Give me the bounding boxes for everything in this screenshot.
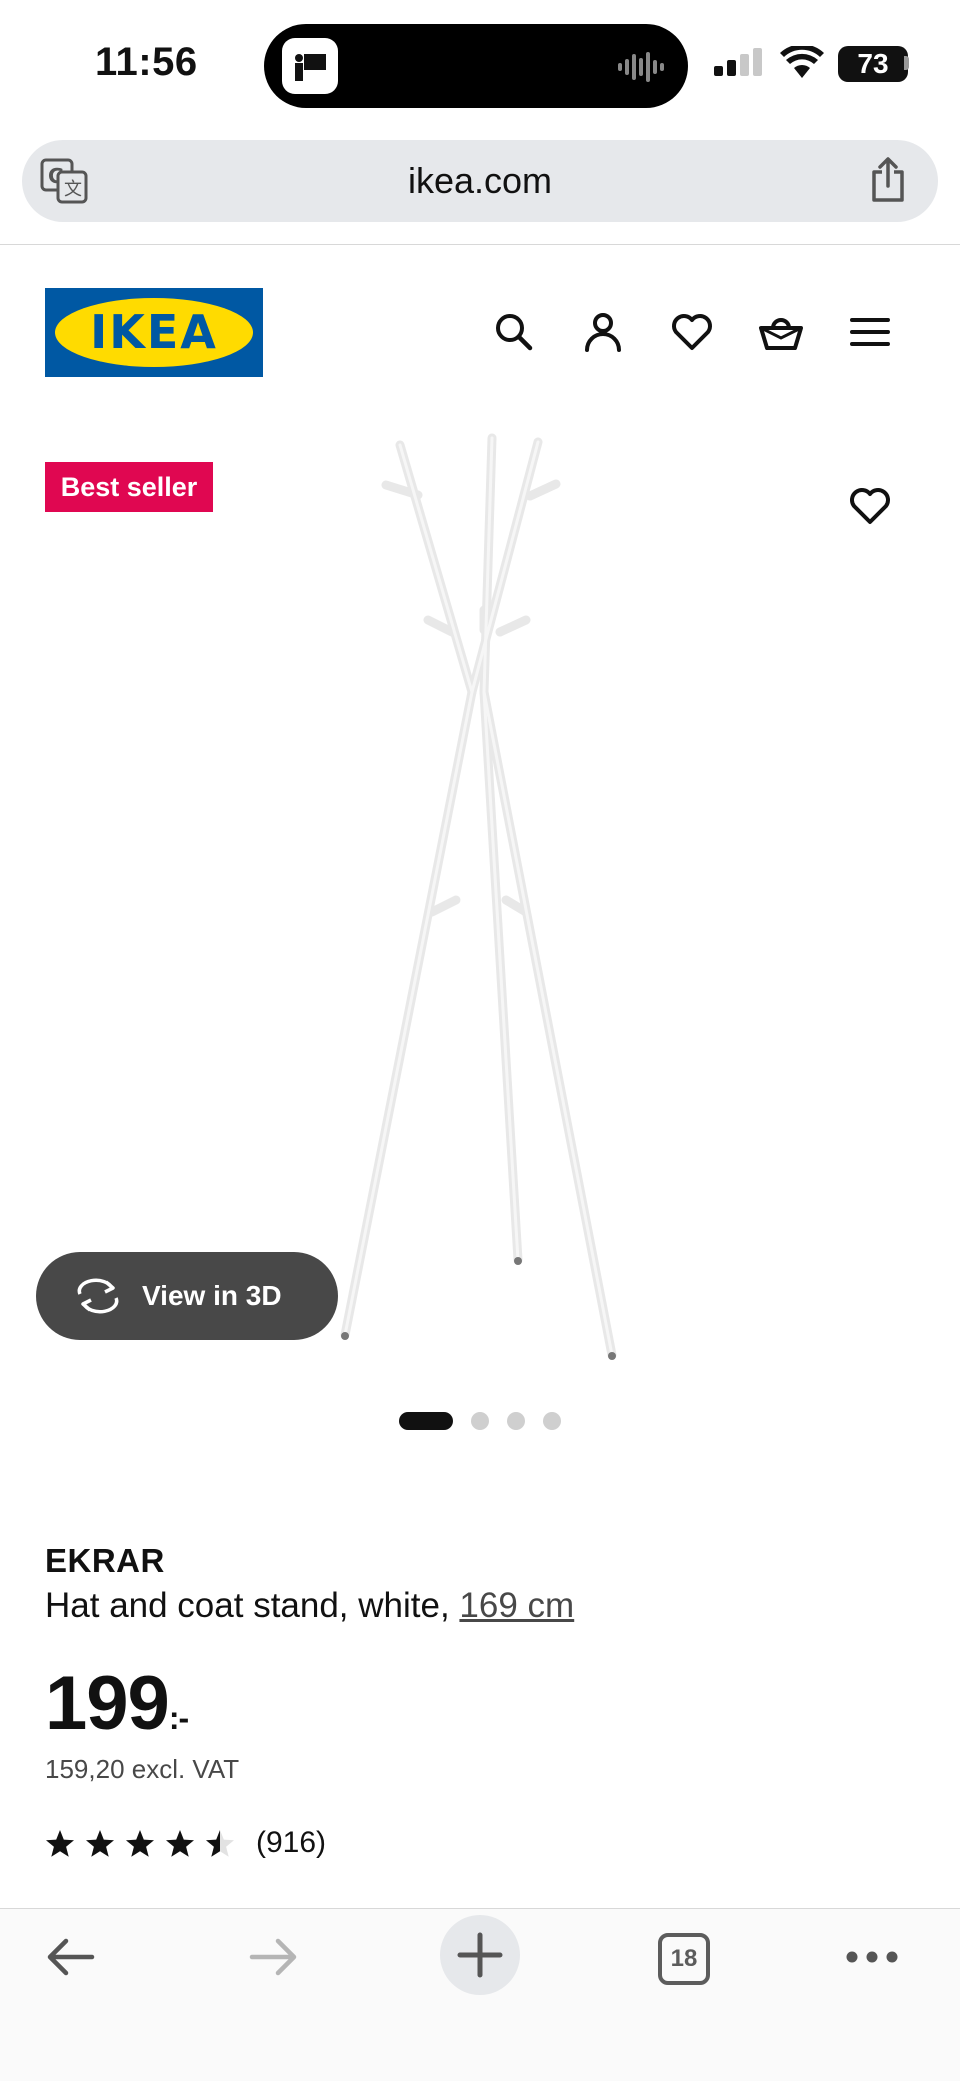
carousel-dot-2[interactable] xyxy=(471,1412,489,1430)
search-icon[interactable] xyxy=(490,308,538,356)
menu-icon[interactable] xyxy=(846,308,894,356)
url-text[interactable]: ikea.com xyxy=(22,140,938,222)
share-icon[interactable] xyxy=(868,156,908,209)
basket-icon[interactable] xyxy=(757,308,805,356)
battery-level: 73 xyxy=(838,46,908,82)
forward-arrow-icon[interactable] xyxy=(248,1933,300,1986)
view-in-3d-button[interactable]: View in 3D xyxy=(36,1252,338,1340)
product-image[interactable] xyxy=(300,420,620,1375)
rotate-3d-icon xyxy=(74,1278,122,1319)
carousel-dot-4[interactable] xyxy=(543,1412,561,1430)
review-count[interactable]: (916) xyxy=(256,1826,326,1860)
svg-text:文: 文 xyxy=(64,179,82,200)
status-time: 11:56 xyxy=(95,40,198,84)
more-options-icon[interactable] xyxy=(846,1949,898,1970)
favorite-heart-icon[interactable] xyxy=(846,482,894,530)
translate-icon[interactable]: G 文 xyxy=(40,158,88,209)
audio-waveform-icon xyxy=(618,52,664,87)
price-excl-vat: 159,20 excl. VAT xyxy=(45,1754,240,1784)
heart-icon[interactable] xyxy=(668,308,716,356)
account-icon[interactable] xyxy=(579,308,627,356)
rating-stars[interactable] xyxy=(45,1826,235,1867)
product-name: EKRAR xyxy=(45,1542,165,1579)
ikea-logo[interactable]: IKEA xyxy=(45,288,263,377)
app-activity-icon xyxy=(282,38,338,94)
back-arrow-icon[interactable] xyxy=(44,1933,96,1986)
status-bar: 11:56 73 xyxy=(0,0,960,130)
address-bar[interactable]: ikea.com G 文 xyxy=(22,140,938,222)
carousel-dot-3[interactable] xyxy=(507,1412,525,1430)
best-seller-badge: Best seller xyxy=(45,462,213,512)
product-description: Hat and coat stand, white, 169 cm xyxy=(45,1586,574,1626)
battery-cap xyxy=(904,56,909,70)
view-in-3d-label: View in 3D xyxy=(142,1280,282,1311)
divider xyxy=(0,244,960,245)
cellular-signal-icon xyxy=(714,48,766,85)
logo-text: IKEA xyxy=(90,305,218,359)
plus-icon xyxy=(457,1932,503,1978)
dynamic-island xyxy=(264,24,688,108)
carousel-dot-1[interactable] xyxy=(399,1412,453,1430)
tabs-count-button[interactable]: 18 xyxy=(658,1933,710,1985)
price-suffix: :- xyxy=(168,1700,189,1736)
wifi-icon xyxy=(780,44,824,85)
browser-toolbar: 18 xyxy=(0,1908,960,2081)
product-price: 199:- xyxy=(45,1660,189,1747)
price-value: 199 xyxy=(45,1661,170,1746)
product-description-text: Hat and coat stand, white, xyxy=(45,1586,460,1625)
new-tab-button[interactable] xyxy=(440,1915,520,1995)
size-link[interactable]: 169 cm xyxy=(459,1586,574,1625)
